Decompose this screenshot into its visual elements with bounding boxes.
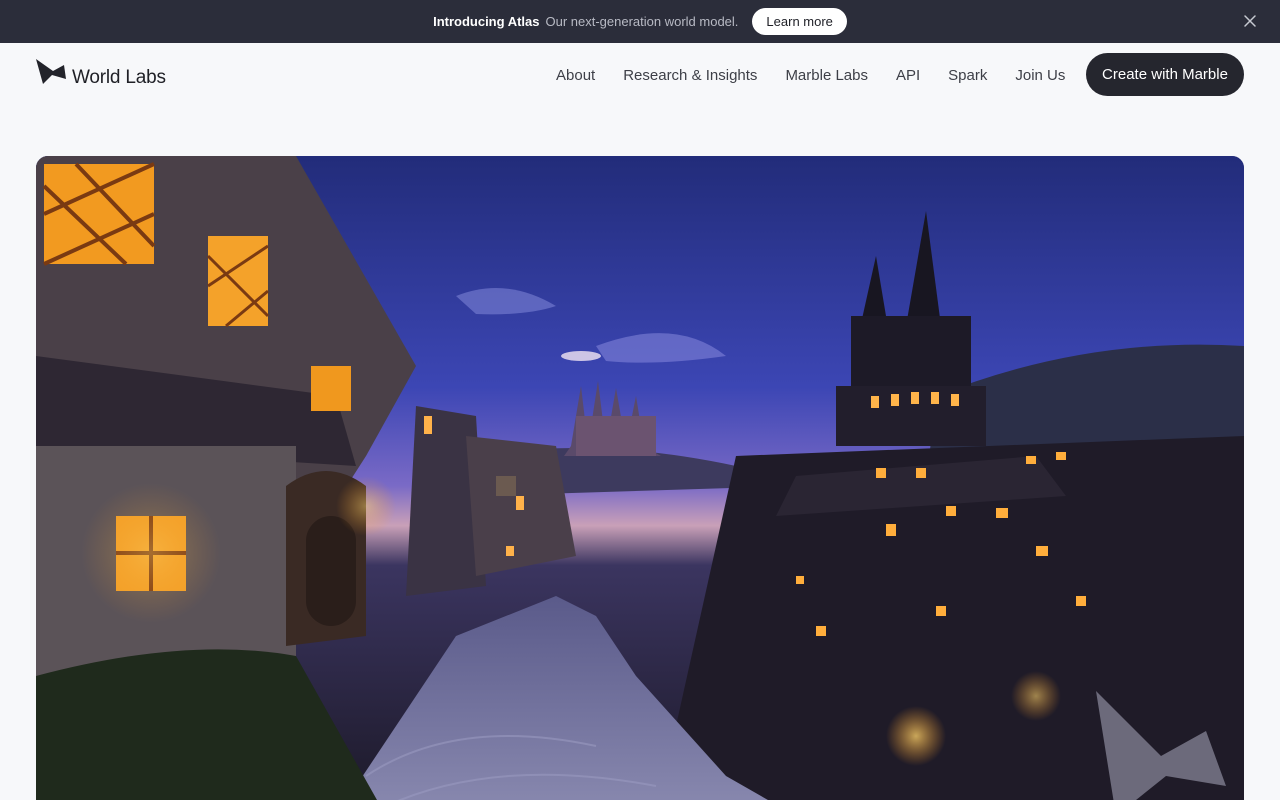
learn-more-button[interactable]: Learn more <box>752 8 847 35</box>
medieval-village-at-dusk-image <box>36 156 1244 800</box>
announcement-description: Our next-generation world model. <box>545 14 739 29</box>
main-nav: About Research & Insights Marble Labs AP… <box>556 53 1065 97</box>
nav-join-us[interactable]: Join Us <box>1015 67 1065 84</box>
hero-image <box>36 156 1244 800</box>
world-labs-logo-icon <box>35 57 67 87</box>
nav-marble-labs[interactable]: Marble Labs <box>785 67 868 84</box>
home-logo-link[interactable]: World Labs <box>35 57 166 88</box>
site-header: World Labs About Research & Insights Mar… <box>0 43 1280 107</box>
announcement-title: Introducing Atlas <box>433 14 540 29</box>
create-with-marble-button[interactable]: Create with Marble <box>1086 53 1244 96</box>
nav-spark[interactable]: Spark <box>948 67 987 84</box>
announcement-bar: Introducing Atlas Our next-generation wo… <box>0 0 1280 43</box>
close-icon[interactable] <box>1242 13 1258 29</box>
brand-name: World Labs <box>72 67 166 88</box>
nav-about[interactable]: About <box>556 67 595 84</box>
nav-research-insights[interactable]: Research & Insights <box>623 67 757 84</box>
nav-api[interactable]: API <box>896 67 920 84</box>
